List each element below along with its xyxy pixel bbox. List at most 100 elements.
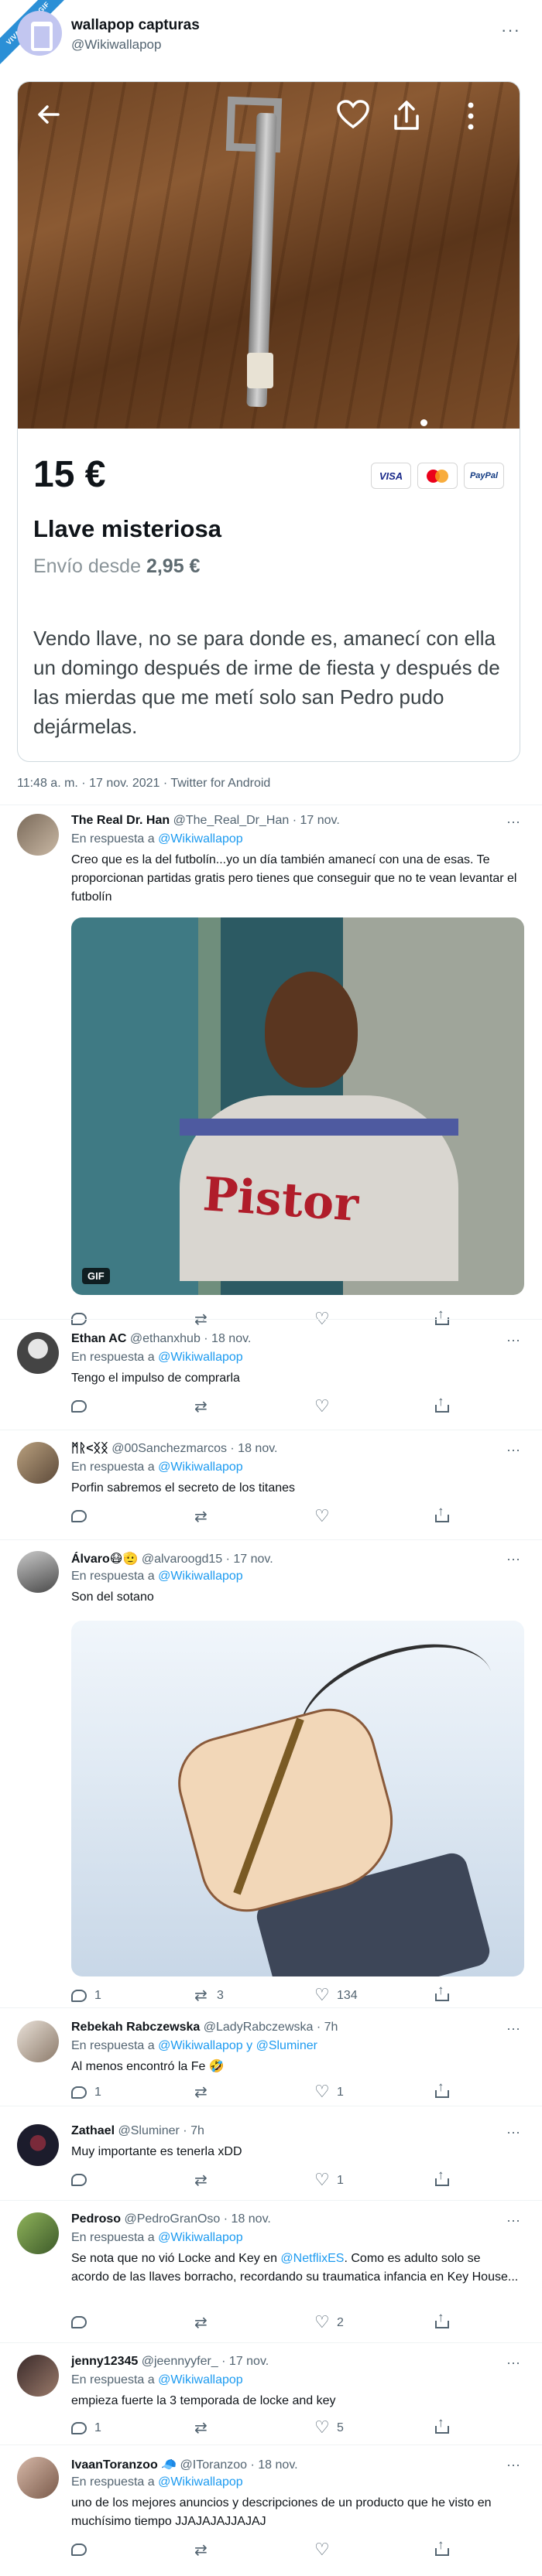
mention-link[interactable]: @NetflixES [280,2252,344,2265]
mention-link[interactable]: @Wikiwallapop [158,2373,243,2386]
avatar[interactable] [17,2124,59,2166]
reply-author-name[interactable]: jenny12345 [71,2355,138,2368]
reply-tweet[interactable]: ᛗᚱ<ᛝᛝ @00Sanchezmarcos · 18 nov. ··· En … [0,1442,542,1535]
more-options-icon[interactable]: ··· [501,20,520,40]
reply-author-handle[interactable]: @LadyRabczewska · 7h [204,2021,338,2034]
share-icon[interactable] [389,99,424,140]
avatar[interactable] [17,1332,59,1374]
reply-tweet[interactable]: The Real Dr. Han @The_Real_Dr_Han · 17 n… [0,814,542,1355]
avatar[interactable] [17,11,62,56]
reply-author-name[interactable]: Ethan AC [71,1332,126,1345]
reply-tweet[interactable]: Ethan AC @ethanxhub · 18 nov. ··· En res… [0,1332,542,1425]
more-vertical-icon[interactable] [465,99,476,140]
like-button[interactable]: 2 [314,2312,344,2332]
listing-card[interactable]: 15 € VISA PayPal Llave misteriosa Envío … [17,81,520,762]
reply-author-handle[interactable]: @00Sanchezmarcos · 18 nov. [111,1442,277,1455]
reply-author-name[interactable]: Álvaro😷🫡 [71,1553,138,1566]
more-options-icon[interactable]: ··· [506,1332,520,1348]
reply-author-handle[interactable]: @IToranzoo · 18 nov. [180,2458,298,2472]
retweet-button[interactable] [194,2082,209,2102]
account-handle[interactable]: @Wikiwallapop [71,37,161,53]
reply-button[interactable] [71,2544,87,2556]
retweet-button[interactable] [194,2540,209,2560]
mention-link[interactable]: @Wikiwallapop [158,832,243,846]
mention-link[interactable]: @Wikiwallapop [158,2231,243,2244]
like-button[interactable]: 1 [314,2082,344,2102]
like-button[interactable] [314,2540,330,2560]
reply-tweet[interactable]: Pedroso @PedroGranOso · 18 nov. ··· En r… [0,2212,542,2336]
account-name[interactable]: wallapop capturas [71,17,200,34]
share-button[interactable] [435,2537,449,2556]
reply-button[interactable]: 1 [71,2086,101,2099]
like-button[interactable] [314,1396,330,1416]
mention-link[interactable]: @Wikiwallapop [158,1351,243,1364]
reply-tweet[interactable]: Zathael @Sluminer · 7h ··· Muy important… [0,2124,542,2194]
reply-button[interactable] [71,2174,87,2186]
share-button[interactable] [435,2415,449,2434]
more-options-icon[interactable]: ··· [506,2457,520,2473]
avatar[interactable] [17,1442,59,1484]
mention-link[interactable]: @Wikiwallapop [158,2475,243,2489]
like-button[interactable]: 1 [314,2170,344,2190]
reply-author-handle[interactable]: @jeennyyfer_ · 17 nov. [142,2355,269,2368]
share-button[interactable] [435,2168,449,2186]
retweet-button[interactable] [194,2313,209,2332]
share-button[interactable] [435,1504,449,1522]
reply-tweet[interactable]: Rebekah Rabczewska @LadyRabczewska · 7h … [0,2021,542,2106]
reply-button[interactable] [71,1400,87,1413]
reply-tweet[interactable]: jenny12345 @jeennyyfer_ · 17 nov. ··· En… [0,2355,542,2448]
mention-link[interactable]: @Wikiwallapop [158,1461,243,1474]
avatar[interactable] [17,2021,59,2062]
share-button[interactable] [435,2079,449,2098]
more-options-icon[interactable]: ··· [506,2355,520,2371]
reply-button[interactable]: 1 [71,1989,101,2003]
more-options-icon[interactable]: ··· [506,2212,520,2229]
avatar[interactable] [17,1551,59,1593]
avatar[interactable] [17,814,59,856]
reply-author-handle[interactable]: @alvaroogd15 · 17 nov. [142,1553,273,1566]
more-options-icon[interactable]: ··· [506,1551,520,1567]
reply-author-name[interactable]: The Real Dr. Han [71,814,170,827]
reply-author-name[interactable]: Pedroso [71,2212,121,2226]
reply-author-name[interactable]: Rebekah Rabczewska [71,2021,200,2034]
retweet-button[interactable] [194,1310,217,1329]
reply-button[interactable] [71,2316,87,2328]
reply-author-handle[interactable]: @ethanxhub · 18 nov. [130,1332,252,1345]
avatar[interactable] [17,2457,59,2499]
share-button[interactable] [435,2310,449,2328]
retweet-button[interactable]: 3 [194,1986,224,2005]
share-button[interactable] [435,1394,449,1413]
reply-author-handle[interactable]: @The_Real_Dr_Han · 17 nov. [173,814,340,827]
like-button[interactable]: 134 [314,1985,358,2005]
reply-tweet[interactable]: Álvaro😷🫡 @alvaroogd15 · 17 nov. ··· En r… [0,1551,542,2005]
like-button[interactable] [314,1506,330,1526]
reply-button[interactable]: 1 [71,2421,101,2435]
more-options-icon[interactable]: ··· [506,2021,520,2037]
reply-tweet[interactable]: IvaanToranzoo 🧢 @IToranzoo · 18 nov. ···… [0,2457,542,2569]
reply-author-name[interactable]: Zathael [71,2124,115,2137]
tweet-timestamp[interactable]: 11:48 a. m. · 17 nov. 2021 · Twitter for… [17,777,270,791]
retweet-button[interactable] [194,2418,209,2438]
reply-author-name[interactable]: IvaanToranzoo 🧢 [71,2458,177,2472]
avatar[interactable] [17,2355,59,2397]
like-button[interactable]: 5 [314,2417,344,2438]
heart-icon[interactable] [335,99,371,137]
retweet-button[interactable] [194,1507,209,1526]
mention-link[interactable]: @Wikiwallapop [158,1570,243,1583]
retweet-button[interactable] [194,2171,209,2190]
reply-author-name[interactable]: ᛗᚱ<ᛝᛝ [71,1442,108,1455]
carousel-dot[interactable] [420,419,427,426]
share-button[interactable] [435,1983,449,2001]
reply-image[interactable] [71,1621,524,1976]
mention-link[interactable]: @Wikiwallapop y @Sluminer [158,2039,317,2052]
retweet-button[interactable] [194,1397,209,1416]
reply-author-handle[interactable]: @PedroGranOso · 18 nov. [124,2212,270,2226]
reply-button[interactable] [71,1510,87,1522]
reply-gif[interactable]: Pistor GIF [71,917,524,1295]
like-button[interactable] [314,1309,337,1329]
product-photo[interactable] [18,82,520,429]
more-options-icon[interactable]: ··· [506,1442,520,1458]
back-arrow-icon[interactable] [33,99,64,137]
more-options-icon[interactable]: ··· [506,814,520,830]
avatar[interactable] [17,2212,59,2254]
